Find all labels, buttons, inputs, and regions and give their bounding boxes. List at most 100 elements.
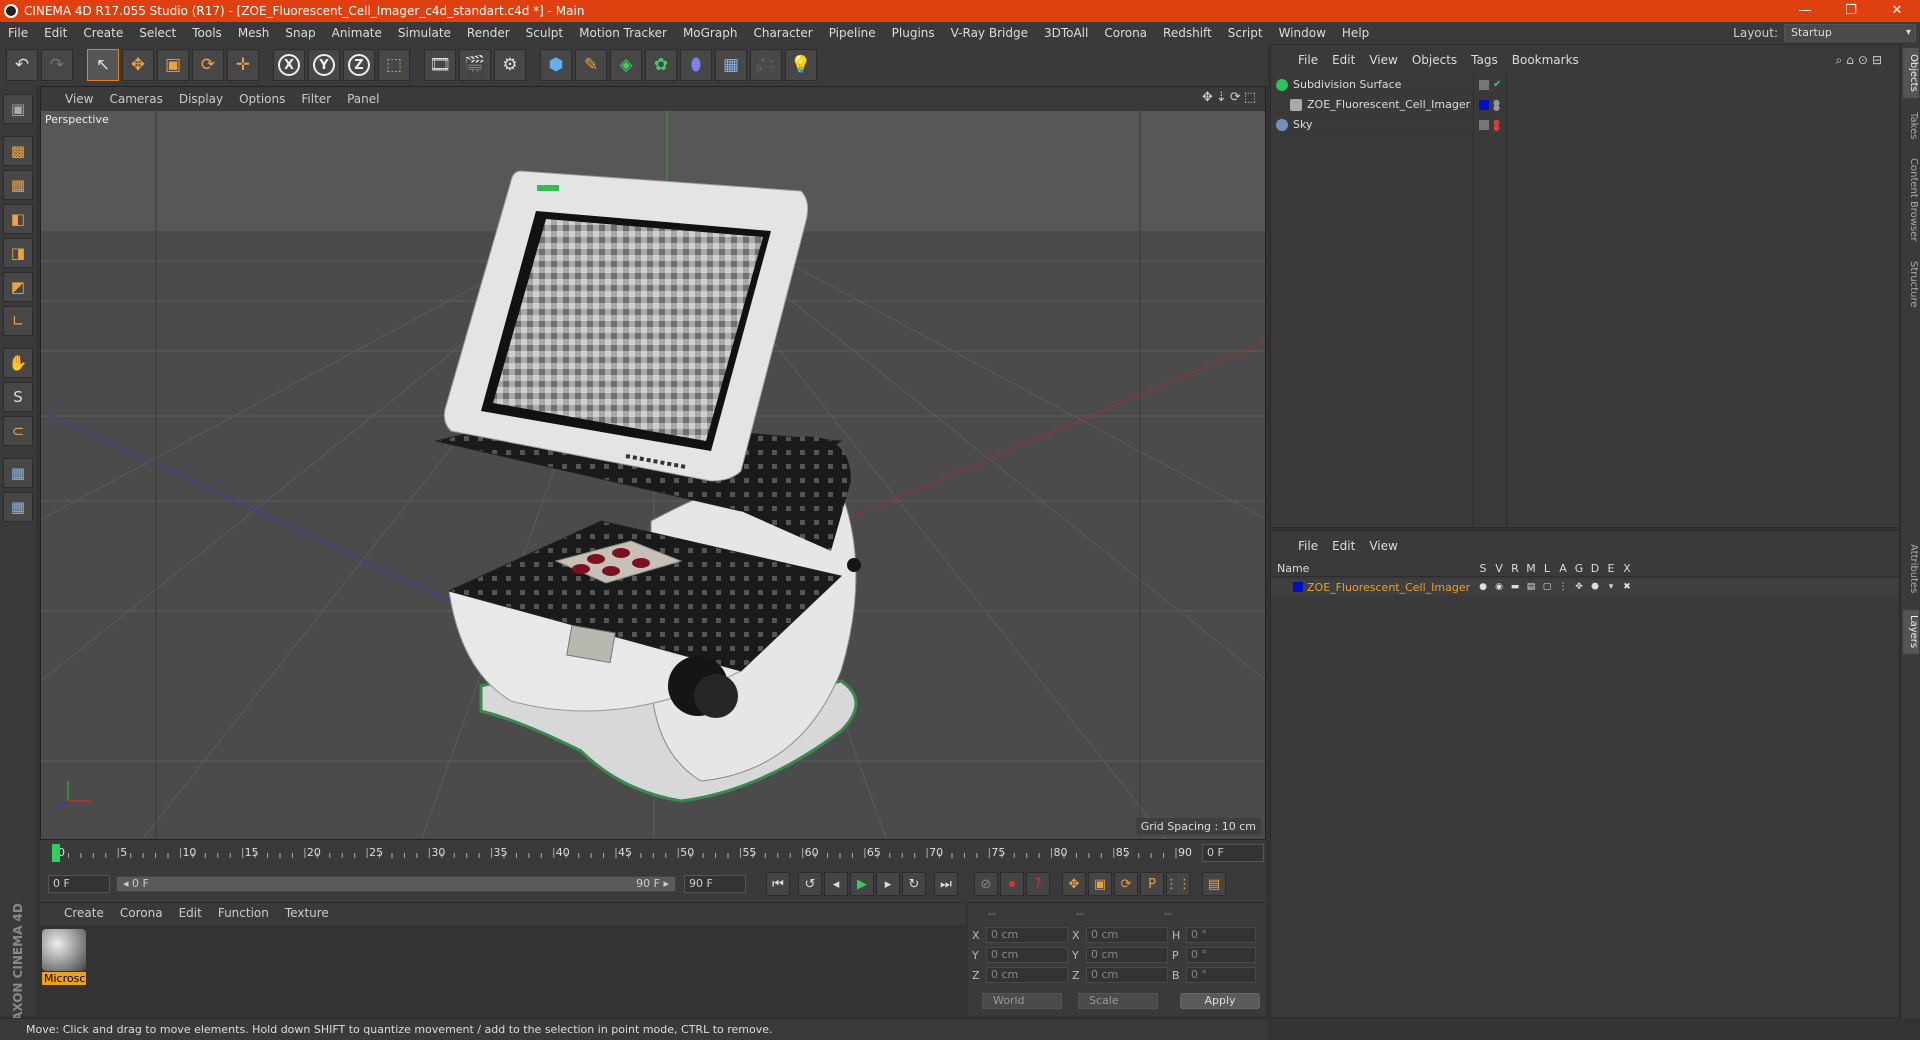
object-menu-bookmarks[interactable]: Bookmarks	[1505, 53, 1586, 67]
menu-select[interactable]: Select	[131, 26, 184, 40]
render-settings-button[interactable]: ⚙	[494, 49, 526, 81]
position-x-field[interactable]: 0 cm	[986, 927, 1068, 943]
material-menu-function[interactable]: Function	[210, 906, 277, 920]
next-key-button[interactable]: ↻	[902, 872, 926, 896]
menu-vray-bridge[interactable]: V-Ray Bridge	[943, 26, 1036, 40]
enabled-check-icon[interactable]: ✔	[1493, 79, 1501, 90]
menu-script[interactable]: Script	[1220, 26, 1271, 40]
rotation-h-field[interactable]: 0 °	[1186, 927, 1256, 943]
menu-character[interactable]: Character	[745, 26, 820, 40]
render-picture-viewer-button[interactable]: 🎬	[459, 49, 491, 81]
rotation-b-field[interactable]: 0 °	[1186, 967, 1256, 983]
workplane-lock-button[interactable]: ▦	[3, 458, 33, 488]
key-parameter-button[interactable]: P	[1140, 872, 1164, 896]
material-menu-edit[interactable]: Edit	[171, 906, 210, 920]
size-z-field[interactable]: 0 cm	[1086, 967, 1168, 983]
size-x-field[interactable]: 0 cm	[1086, 927, 1168, 943]
model-mode-button[interactable]: ▩	[3, 136, 33, 166]
tab-attributes[interactable]: Attributes	[1903, 534, 1919, 604]
render-view-button[interactable]: 🎞	[424, 49, 456, 81]
expression-toggle-icon[interactable]: ▾	[1605, 582, 1617, 592]
generator-toggle-icon[interactable]: ✥	[1573, 582, 1585, 592]
menu-motion-tracker[interactable]: Motion Tracker	[571, 26, 675, 40]
size-y-field[interactable]: 0 cm	[1086, 947, 1168, 963]
object-menu-edit[interactable]: Edit	[1325, 53, 1362, 67]
current-frame-field[interactable]: 0 F	[1202, 844, 1264, 862]
axis-mode-button[interactable]: ✋	[3, 348, 33, 378]
end-frame-field[interactable]: 90 F	[684, 875, 746, 893]
frame-range-slider[interactable]: ◂ 0 F 90 F ▸	[116, 876, 676, 892]
viewport-navigation-icons[interactable]: ✥⇣⟳⬚	[1202, 90, 1259, 105]
timeline-window-button[interactable]: ▤	[1202, 872, 1226, 896]
position-y-field[interactable]: 0 cm	[986, 947, 1068, 963]
points-mode-button[interactable]: ◨	[3, 238, 33, 268]
menu-help[interactable]: Help	[1334, 26, 1377, 40]
playhead[interactable]	[52, 844, 60, 862]
tab-content-browser[interactable]: Content Browser	[1903, 150, 1919, 250]
animation-toggle-icon[interactable]: ⋮	[1557, 582, 1569, 592]
workplane-mode-button[interactable]: ◧	[3, 204, 33, 234]
visibility-dots-icon[interactable]: ● ●	[1493, 98, 1500, 111]
select-tool-button[interactable]: ↖	[87, 49, 119, 81]
timeline-ruler[interactable]: 0 5 10 15 20 25 30 35 40 45 50 55 60 65 70 75 80 85 90	[52, 840, 1192, 866]
key-point-level-button[interactable]: ⋮⋮	[1165, 872, 1191, 896]
autokeying-button[interactable]: ?	[1026, 872, 1050, 896]
floor-button[interactable]: ▦	[715, 49, 747, 81]
deformer-button[interactable]: ⬮	[680, 49, 712, 81]
layer-row[interactable]: ZOE_Fluorescent_Cell_Imager ● ◉ ▬ ▤ ▢ ⋮ …	[1271, 579, 1899, 595]
y-axis-lock-button[interactable]: Y	[308, 49, 340, 81]
snap-button[interactable]: ⊂	[3, 416, 33, 446]
rotate-tool-button[interactable]: ⟳	[192, 49, 224, 81]
go-to-start-button[interactable]: ⏮	[766, 872, 790, 896]
menu-plugins[interactable]: Plugins	[884, 26, 943, 40]
transform-tool-button[interactable]: ✛	[227, 49, 259, 81]
object-flags-row[interactable]: ✔	[1475, 75, 1506, 95]
start-frame-field[interactable]: 0 F	[48, 875, 110, 893]
material-menu-corona[interactable]: Corona	[112, 906, 171, 920]
key-position-button[interactable]: ✥	[1062, 872, 1086, 896]
menu-animate[interactable]: Animate	[324, 26, 390, 40]
object-row-sky[interactable]: Sky	[1271, 115, 1473, 135]
object-manager-tool-icons[interactable]: ⌕⌂⊙⊟	[1829, 53, 1893, 68]
object-row-cell-imager[interactable]: ZOE_Fluorescent_Cell_Imager	[1271, 95, 1473, 115]
menu-sculpt[interactable]: Sculpt	[518, 26, 571, 40]
object-flags-row[interactable]: ● ●	[1475, 115, 1506, 135]
menu-edit[interactable]: Edit	[36, 26, 75, 40]
tab-layers[interactable]: Layers	[1903, 610, 1919, 654]
menu-mograph[interactable]: MoGraph	[675, 26, 746, 40]
menu-mesh[interactable]: Mesh	[230, 26, 278, 40]
subdivision-surface-button[interactable]: ◈	[610, 49, 642, 81]
close-button[interactable]: ✕	[1874, 0, 1920, 22]
lock-toggle-icon[interactable]: ▢	[1541, 582, 1553, 592]
coordinate-system-button[interactable]: ⬚	[378, 49, 410, 81]
menu-pipeline[interactable]: Pipeline	[821, 26, 884, 40]
z-axis-lock-button[interactable]: Z	[343, 49, 375, 81]
previous-frame-button[interactable]: ◂	[824, 872, 848, 896]
redo-button[interactable]: ↷	[41, 49, 73, 81]
viewport-menu-filter[interactable]: Filter	[293, 92, 339, 106]
menu-redshift[interactable]: Redshift	[1155, 26, 1220, 40]
object-flags-row[interactable]: ● ●	[1475, 95, 1506, 115]
layout-select[interactable]: Startup	[1784, 24, 1916, 42]
menu-file[interactable]: File	[0, 26, 36, 40]
next-frame-button[interactable]: ▸	[876, 872, 900, 896]
layer-menu-view[interactable]: View	[1362, 539, 1404, 553]
viewport-menu-options[interactable]: Options	[231, 92, 293, 106]
menu-create[interactable]: Create	[75, 26, 131, 40]
menu-3dtoall[interactable]: 3DToAll	[1036, 26, 1096, 40]
viewport-perspective[interactable]: View Cameras Display Options Filter Pane…	[40, 86, 1266, 840]
material-menu-create[interactable]: Create	[56, 906, 112, 920]
move-tool-button[interactable]: ✥	[122, 49, 154, 81]
tab-structure[interactable]: Structure	[1903, 254, 1919, 314]
render-toggle-icon[interactable]: ▬	[1509, 582, 1521, 592]
menu-snap[interactable]: Snap	[277, 26, 323, 40]
previous-key-button[interactable]: ↺	[798, 872, 822, 896]
viewport-menu-view[interactable]: View	[57, 92, 101, 106]
layer-color-swatch[interactable]	[1293, 582, 1303, 592]
array-button[interactable]: ✿	[645, 49, 677, 81]
scale-tool-button[interactable]: ▣	[157, 49, 189, 81]
material-menu-texture[interactable]: Texture	[277, 906, 337, 920]
object-menu-file[interactable]: File	[1291, 53, 1325, 67]
rotation-p-field[interactable]: 0 °	[1186, 947, 1256, 963]
play-button[interactable]: ▶	[850, 872, 874, 896]
